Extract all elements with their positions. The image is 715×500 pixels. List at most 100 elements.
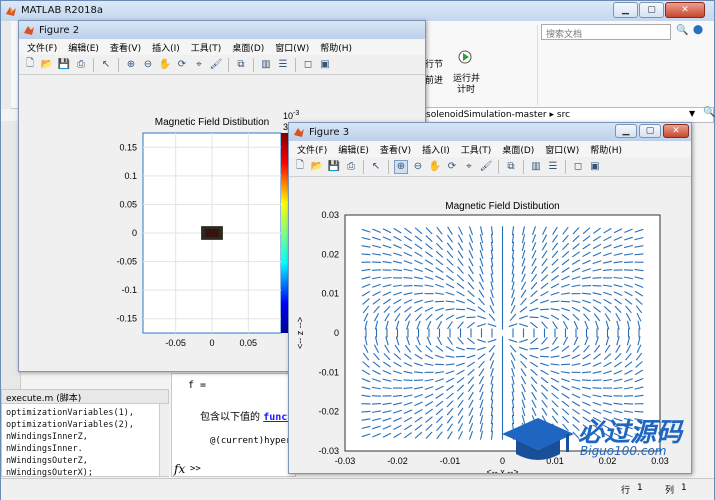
- main-titlebar[interactable]: MATLAB R2018a ▁ ▢ ✕: [1, 1, 714, 21]
- minimize-button[interactable]: ▁: [613, 2, 638, 18]
- run-and-time-label-2[interactable]: 计时: [457, 82, 475, 95]
- menu-file[interactable]: 文件(F): [27, 41, 57, 54]
- menu-tools[interactable]: 工具(T): [461, 143, 492, 156]
- menu-window[interactable]: 窗口(W): [545, 143, 579, 156]
- editor-scrollbar[interactable]: [159, 404, 169, 476]
- show-plot-tools-icon[interactable]: ▣: [588, 160, 602, 174]
- brush-icon[interactable]: 🖌: [209, 58, 223, 72]
- data-cursor-icon[interactable]: ⌖: [192, 58, 206, 72]
- rotate-icon[interactable]: ⟳: [445, 160, 459, 174]
- pointer-icon[interactable]: ↖: [99, 58, 113, 72]
- figure3-titlebar[interactable]: Figure 3 ▁ ▢ ✕: [289, 123, 691, 141]
- show-plot-tools-icon[interactable]: ▣: [318, 58, 332, 72]
- cmd-prompt[interactable]: >>: [190, 464, 201, 474]
- code-line[interactable]: optimizationVariables(1),: [6, 407, 164, 419]
- menu-help[interactable]: 帮助(H): [320, 41, 352, 54]
- rotate-icon[interactable]: ⟳: [175, 58, 189, 72]
- status-bar: 行 1 列 1: [1, 478, 714, 500]
- matlab-logo-icon: [294, 128, 304, 137]
- status-row-label: 行: [621, 486, 631, 496]
- link-plot-icon[interactable]: ⧉: [504, 160, 518, 174]
- pan-icon[interactable]: ✋: [428, 160, 442, 174]
- legend-icon[interactable]: ☰: [546, 160, 560, 174]
- current-folder-path[interactable]: solenoidSimulation-master ▸ src: [421, 107, 714, 123]
- menu-desktop[interactable]: 桌面(D): [232, 41, 264, 54]
- hide-plot-tools-icon[interactable]: ◻: [301, 58, 315, 72]
- toolbar-separator: [228, 57, 229, 72]
- close-icon: ✕: [672, 126, 680, 136]
- y-tick-label: 0.02: [321, 249, 339, 259]
- close-button[interactable]: ✕: [665, 2, 705, 18]
- field-vector: [634, 253, 644, 256]
- menu-edit[interactable]: 编辑(E): [68, 41, 99, 54]
- menu-tools[interactable]: 工具(T): [191, 41, 222, 54]
- new-figure-icon[interactable]: 🗋: [23, 58, 37, 72]
- menu-insert[interactable]: 插入(I): [422, 143, 450, 156]
- fig3-minimize-button[interactable]: ▁: [615, 124, 637, 138]
- menu-view[interactable]: 查看(V): [380, 143, 411, 156]
- save-icon[interactable]: 💾: [57, 58, 71, 72]
- pointer-icon[interactable]: ↖: [369, 160, 383, 174]
- cmd-line-handle: @(current)hyperF: [210, 436, 297, 446]
- run-section-label[interactable]: 行节: [425, 57, 443, 70]
- menu-view[interactable]: 查看(V): [110, 41, 141, 54]
- menu-file[interactable]: 文件(F): [297, 143, 327, 156]
- editor-panel: execute.m (脚本) optimizationVariables(1),…: [1, 389, 169, 478]
- maximize-button[interactable]: ▢: [639, 2, 664, 18]
- zoom-out-icon[interactable]: ⊖: [141, 58, 155, 72]
- open-file-icon[interactable]: 📂: [310, 160, 324, 174]
- y-tick-label: 0.01: [321, 289, 339, 299]
- search-icon[interactable]: 🔍: [676, 25, 688, 36]
- field-vector: [361, 253, 371, 256]
- figure2-titlebar[interactable]: Figure 2: [19, 21, 425, 39]
- code-line[interactable]: optimizationVariables(2),: [6, 419, 164, 431]
- y-tick-label: -0.05: [116, 257, 137, 267]
- colorbar-icon[interactable]: ▥: [259, 58, 273, 72]
- zoom-in-icon[interactable]: ⊕: [394, 159, 408, 174]
- fig3-maximize-button[interactable]: ▢: [639, 124, 661, 138]
- path-folder[interactable]: solenoidSimulation-master: [426, 110, 547, 120]
- path-subfolder[interactable]: src: [557, 110, 570, 120]
- menu-window[interactable]: 窗口(W): [275, 41, 309, 54]
- new-figure-icon[interactable]: 🗋: [293, 160, 307, 174]
- fig3-close-button[interactable]: ✕: [663, 124, 689, 138]
- code-line[interactable]: nWindingsInnerZ, nWindingsInner.: [6, 431, 164, 455]
- field-core: [205, 229, 219, 237]
- figure3-title: Figure 3: [309, 126, 350, 138]
- print-icon[interactable]: ⎙: [74, 58, 88, 72]
- run-and-time-icon[interactable]: [457, 47, 473, 65]
- minimize-icon: ▁: [622, 5, 629, 15]
- help-icon[interactable]: ⬤: [693, 25, 703, 35]
- graduation-cap-icon: [502, 418, 574, 460]
- field-vector: [361, 410, 371, 413]
- advance-label[interactable]: 前进: [425, 73, 443, 86]
- zoom-in-icon[interactable]: ⊕: [124, 58, 138, 72]
- pan-icon[interactable]: ✋: [158, 58, 172, 72]
- x-tick-label: -0.05: [165, 338, 186, 348]
- data-cursor-icon[interactable]: ⌖: [462, 160, 476, 174]
- legend-icon[interactable]: ☰: [276, 58, 290, 72]
- link-plot-icon[interactable]: ⧉: [234, 58, 248, 72]
- fx-icon[interactable]: fx: [174, 462, 185, 476]
- command-window[interactable]: f = 包含以下值的 functi @(current)hyperF fx >>: [171, 373, 299, 477]
- menu-insert[interactable]: 插入(I): [152, 41, 180, 54]
- menu-desktop[interactable]: 桌面(D): [502, 143, 534, 156]
- zoom-out-icon[interactable]: ⊖: [411, 160, 425, 174]
- colorbar-icon[interactable]: ▥: [529, 160, 543, 174]
- ribbon-left-edge: [1, 21, 11, 109]
- menu-edit[interactable]: 编辑(E): [338, 143, 369, 156]
- code-line[interactable]: nWindingsOuterZ,: [6, 455, 164, 467]
- path-dropdown-icon[interactable]: ▼: [689, 109, 695, 118]
- editor-panel-header[interactable]: execute.m (脚本): [2, 390, 168, 404]
- hide-plot-tools-icon[interactable]: ◻: [571, 160, 585, 174]
- print-icon[interactable]: ⎙: [344, 160, 358, 174]
- menu-help[interactable]: 帮助(H): [590, 143, 622, 156]
- brush-icon[interactable]: 🖌: [479, 160, 493, 174]
- search-input[interactable]: 搜索文档: [541, 24, 671, 40]
- save-icon[interactable]: 💾: [327, 160, 341, 174]
- open-file-icon[interactable]: 📂: [40, 58, 54, 72]
- browse-folder-icon[interactable]: 🔍: [703, 107, 715, 118]
- figure3-toolbar: 🗋 📂 💾 ⎙ ↖ ⊕ ⊖ ✋ ⟳ ⌖ 🖌 ⧉ ▥ ☰ ◻ ▣: [289, 157, 691, 177]
- toolbar-separator: [565, 159, 566, 174]
- editor-file-name[interactable]: execute.m: [6, 394, 53, 404]
